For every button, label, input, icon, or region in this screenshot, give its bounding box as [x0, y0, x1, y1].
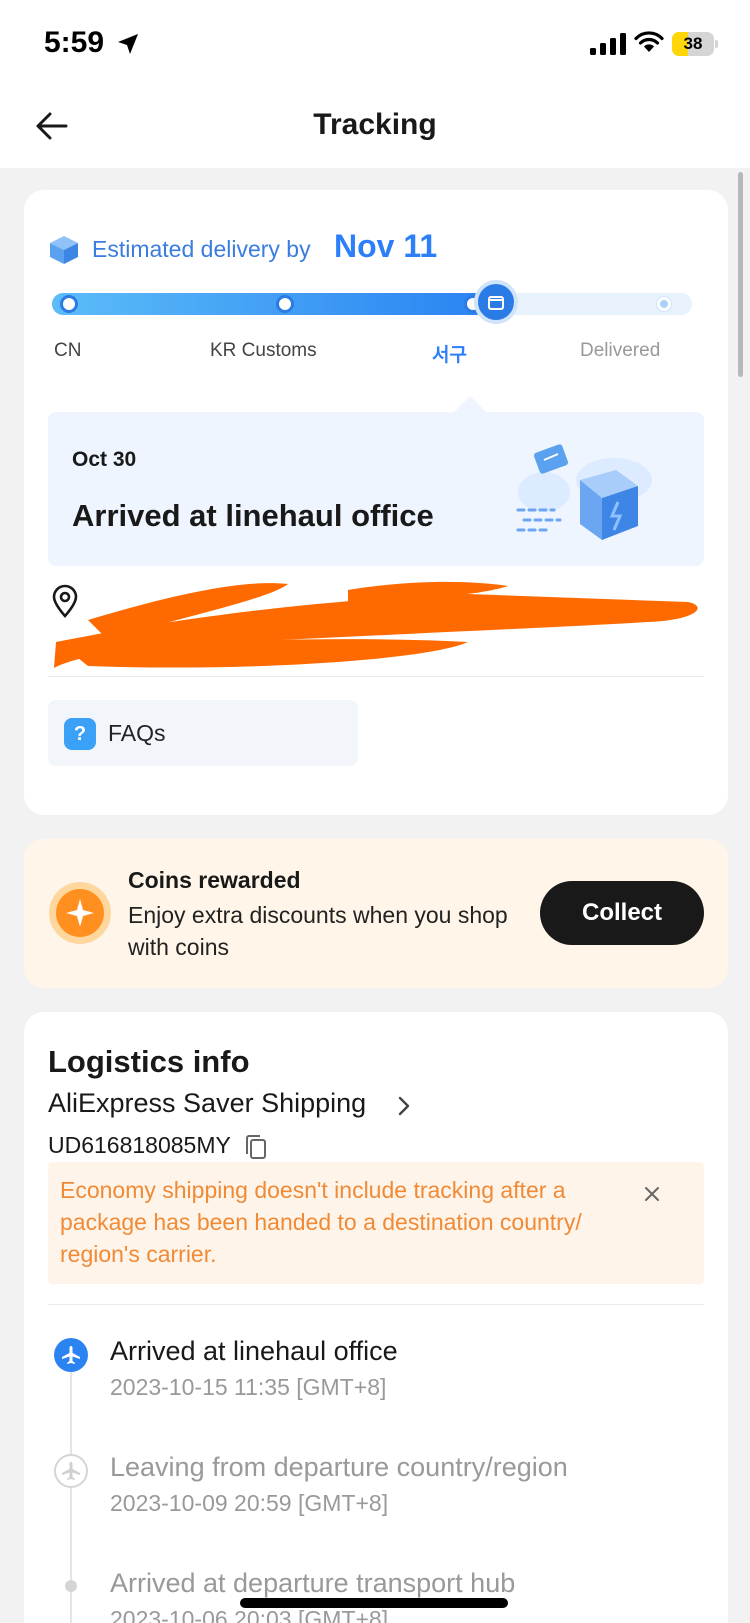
- latest-status-pointer: [454, 396, 486, 412]
- dot-icon: [65, 1580, 77, 1592]
- faq-label: FAQs: [108, 720, 166, 746]
- event-title: Arrived at departure transport hub: [110, 1568, 516, 1598]
- question-icon: ?: [64, 718, 96, 750]
- event-time: 2023-10-15 11:35 [GMT+8]: [110, 1374, 387, 1400]
- estimated-delivery: Estimated delivery by Nov 11: [48, 228, 468, 268]
- stage-dot-kr-customs: [276, 295, 294, 313]
- stage-dot-delivered: [656, 296, 672, 312]
- logistics-title: Logistics info: [48, 1044, 250, 1079]
- latest-status-date: Oct 30: [72, 448, 137, 471]
- event-time: 2023-10-06 20:03 [GMT+8]: [110, 1606, 389, 1623]
- timeline-event: Arrived at departure transport hub 2023-…: [48, 1568, 688, 1623]
- latest-status-text: Arrived at linehaul office: [72, 498, 434, 533]
- close-icon[interactable]: [640, 1182, 664, 1206]
- coins-reward-banner: Coins rewarded Enjoy extra discounts whe…: [24, 839, 728, 988]
- location-arrow-icon: [118, 34, 138, 54]
- current-stage-marker: [474, 280, 518, 324]
- coins-title: Coins rewarded: [128, 867, 301, 893]
- status-bar: 5:59 38: [0, 0, 750, 84]
- divider: [48, 676, 704, 677]
- stage-label-kr-customs: KR Customs: [210, 340, 317, 361]
- status-time: 5:59: [44, 26, 105, 59]
- battery-charging-icon: 38: [672, 32, 718, 56]
- event-time: 2023-10-09 20:59 [GMT+8]: [110, 1490, 389, 1516]
- estimated-delivery-date: Nov 11: [334, 228, 438, 264]
- nav-bar: Tracking: [0, 84, 750, 168]
- scrollbar[interactable]: [738, 172, 743, 377]
- coins-description: Enjoy extra discounts when you shop with…: [128, 902, 508, 960]
- coin-icon: [49, 882, 111, 944]
- logistics-card: Logistics info AliExpress Saver Shipping…: [24, 1012, 728, 1623]
- package-icon: [488, 296, 504, 310]
- airplane-icon: [54, 1454, 88, 1488]
- flying-parcel-illustration: [516, 444, 652, 540]
- stage-dot-cn: [60, 295, 78, 313]
- copy-icon[interactable]: [244, 1134, 268, 1160]
- delivery-card: Estimated delivery by Nov 11 CN KR Custo…: [24, 190, 728, 815]
- shipment-progress-bar: [52, 280, 692, 324]
- timeline-event: Leaving from departure country/region 20…: [48, 1452, 688, 1542]
- delivery-address: [48, 580, 704, 670]
- package-box-icon: [50, 236, 78, 264]
- event-title: Leaving from departure country/region: [110, 1452, 568, 1482]
- timeline-event: Arrived at linehaul office 2023-10-15 11…: [48, 1336, 688, 1426]
- stage-label-cn: CN: [54, 340, 82, 361]
- address-redaction-scribble: [54, 581, 698, 668]
- latest-status-panel: Oct 30 Arrived at linehaul office: [48, 412, 704, 566]
- page-title: Tracking: [313, 108, 437, 141]
- progress-fill: [52, 293, 488, 315]
- event-title: Arrived at linehaul office: [110, 1336, 398, 1366]
- airplane-icon: [54, 1338, 88, 1372]
- carrier-name: AliExpress Saver Shipping: [48, 1088, 367, 1118]
- stage-label-current: 서구: [432, 345, 467, 366]
- collect-button[interactable]: Collect: [540, 881, 704, 945]
- estimated-delivery-label: Estimated delivery by: [92, 236, 311, 262]
- divider: [48, 1304, 704, 1305]
- faq-button[interactable]: ? FAQs: [48, 700, 358, 766]
- notice-text: Economy shipping doesn't include trackin…: [60, 1177, 582, 1267]
- chevron-right-icon: [398, 1096, 410, 1116]
- tracking-number: UD616818085MY: [48, 1132, 231, 1158]
- stage-label-delivered: Delivered: [580, 340, 661, 361]
- economy-shipping-notice: Economy shipping doesn't include trackin…: [48, 1162, 704, 1284]
- wifi-icon: [634, 31, 664, 52]
- signal-icon: [590, 33, 626, 55]
- battery-percent: 38: [683, 34, 703, 53]
- home-indicator: [240, 1598, 508, 1608]
